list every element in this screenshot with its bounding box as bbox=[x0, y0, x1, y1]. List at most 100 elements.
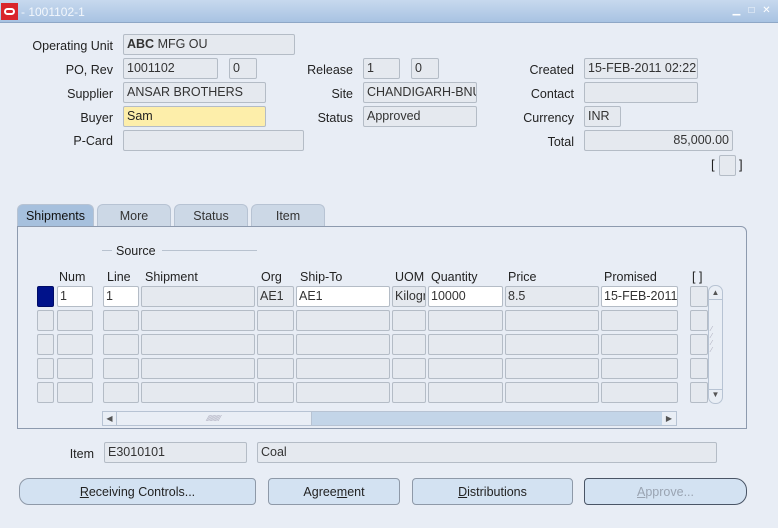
col-header-ship-to: Ship-To bbox=[300, 270, 343, 284]
cell-uom[interactable] bbox=[392, 358, 426, 379]
dff-field[interactable] bbox=[719, 155, 736, 176]
row-selector[interactable] bbox=[37, 358, 54, 379]
source-group-label: Source bbox=[116, 244, 156, 258]
cell-line[interactable] bbox=[103, 358, 139, 379]
item-description-field: Coal bbox=[257, 442, 717, 463]
po-revision-field[interactable]: 0 bbox=[229, 58, 257, 79]
cell-ship-to[interactable] bbox=[296, 310, 390, 331]
release-number-field[interactable]: 1 bbox=[363, 58, 400, 79]
cell-uom[interactable] bbox=[392, 310, 426, 331]
cell-ship-to[interactable]: AE1 bbox=[296, 286, 390, 307]
scroll-thumb-horizontal[interactable]: ⁄⁄⁄⁄⁄⁄⁄⁄⁄⁄ bbox=[117, 412, 312, 425]
cell-uom[interactable] bbox=[392, 382, 426, 403]
cell-price[interactable] bbox=[505, 334, 599, 355]
cell-dff[interactable] bbox=[690, 334, 708, 355]
cell-ship-to[interactable] bbox=[296, 358, 390, 379]
maximize-icon[interactable]: □ bbox=[746, 5, 757, 16]
created-field: 15-FEB-2011 02:22 bbox=[584, 58, 698, 79]
cell-promised[interactable] bbox=[601, 334, 678, 355]
cell-org[interactable]: AE1 bbox=[257, 286, 294, 307]
scroll-right-icon[interactable]: ▶ bbox=[662, 412, 676, 425]
cell-num[interactable] bbox=[57, 310, 93, 331]
cell-promised[interactable]: 15-FEB-2011 bbox=[601, 286, 678, 307]
cell-shipment[interactable] bbox=[141, 382, 255, 403]
scroll-down-icon[interactable]: ▼ bbox=[709, 389, 722, 401]
cell-shipment[interactable] bbox=[141, 286, 255, 307]
button-label: eceiving Controls... bbox=[88, 485, 196, 499]
cell-promised[interactable] bbox=[601, 382, 678, 403]
cell-quantity[interactable] bbox=[428, 310, 503, 331]
tab-more[interactable]: More bbox=[97, 204, 171, 227]
cell-dff[interactable] bbox=[690, 382, 708, 403]
minimize-icon[interactable]: ▁ bbox=[731, 5, 742, 16]
receiving-controls-button[interactable]: Receiving Controls... bbox=[19, 478, 256, 505]
cell-org[interactable] bbox=[257, 382, 294, 403]
agreement-button[interactable]: Agreement bbox=[268, 478, 400, 505]
pcard-label: P-Card bbox=[73, 134, 113, 148]
cell-price[interactable] bbox=[505, 382, 599, 403]
buyer-field[interactable]: Sam bbox=[123, 106, 266, 127]
scroll-thumb-vertical[interactable]: ⁄ ⁄ ⁄ ⁄ bbox=[711, 326, 720, 354]
cell-line[interactable] bbox=[103, 382, 139, 403]
cell-num[interactable] bbox=[57, 358, 93, 379]
col-header-line: Line bbox=[107, 270, 131, 284]
cell-price[interactable]: 8.5 bbox=[505, 286, 599, 307]
horizontal-scrollbar[interactable]: ◀ ⁄⁄⁄⁄⁄⁄⁄⁄⁄⁄ ▶ bbox=[102, 411, 677, 426]
row-selector-current[interactable] bbox=[37, 286, 54, 307]
operating-unit-field[interactable]: ABC MFG OU bbox=[123, 34, 295, 55]
cell-ship-to[interactable] bbox=[296, 382, 390, 403]
pcard-field[interactable] bbox=[123, 130, 304, 151]
cell-dff[interactable] bbox=[690, 286, 708, 307]
source-group-line-right bbox=[162, 250, 257, 251]
scroll-up-icon[interactable]: ▲ bbox=[709, 288, 722, 300]
cell-uom[interactable] bbox=[392, 334, 426, 355]
currency-field[interactable]: INR bbox=[584, 106, 621, 127]
supplier-field[interactable]: ANSAR BROTHERS bbox=[123, 82, 266, 103]
approve-button[interactable]: Approve... bbox=[584, 478, 747, 505]
cell-org[interactable] bbox=[257, 334, 294, 355]
cell-uom[interactable]: Kilogram bbox=[392, 286, 426, 307]
cell-promised[interactable] bbox=[601, 310, 678, 331]
cell-ship-to[interactable] bbox=[296, 334, 390, 355]
button-label: istributions bbox=[467, 485, 527, 499]
window-title: - 1001102-1 bbox=[21, 5, 85, 19]
cell-dff[interactable] bbox=[690, 310, 708, 331]
total-field: 85,000.00 bbox=[584, 130, 733, 151]
cell-quantity[interactable] bbox=[428, 334, 503, 355]
tab-status[interactable]: Status bbox=[174, 204, 248, 227]
cell-num[interactable]: 1 bbox=[57, 286, 93, 307]
release-revision-field[interactable]: 0 bbox=[411, 58, 439, 79]
cell-line[interactable]: 1 bbox=[103, 286, 139, 307]
cell-quantity[interactable] bbox=[428, 382, 503, 403]
row-selector[interactable] bbox=[37, 382, 54, 403]
close-icon[interactable]: ✕ bbox=[761, 5, 772, 16]
cell-org[interactable] bbox=[257, 358, 294, 379]
po-number-field[interactable]: 1001102 bbox=[123, 58, 218, 79]
scroll-left-icon[interactable]: ◀ bbox=[103, 412, 117, 425]
row-selector[interactable] bbox=[37, 310, 54, 331]
cell-shipment[interactable] bbox=[141, 334, 255, 355]
site-field[interactable]: CHANDIGARH-BNU bbox=[363, 82, 477, 103]
cell-promised[interactable] bbox=[601, 358, 678, 379]
buyer-label: Buyer bbox=[80, 111, 113, 125]
row-selector[interactable] bbox=[37, 334, 54, 355]
cell-num[interactable] bbox=[57, 334, 93, 355]
contact-field[interactable] bbox=[584, 82, 698, 103]
cell-price[interactable] bbox=[505, 310, 599, 331]
cell-line[interactable] bbox=[103, 310, 139, 331]
tab-item[interactable]: Item bbox=[251, 204, 325, 227]
cell-line[interactable] bbox=[103, 334, 139, 355]
cell-org[interactable] bbox=[257, 310, 294, 331]
tab-shipments[interactable]: Shipments bbox=[17, 204, 94, 227]
cell-price[interactable] bbox=[505, 358, 599, 379]
cell-dff[interactable] bbox=[690, 358, 708, 379]
cell-shipment[interactable] bbox=[141, 310, 255, 331]
cell-shipment[interactable] bbox=[141, 358, 255, 379]
distributions-button[interactable]: Distributions bbox=[412, 478, 573, 505]
release-label: Release bbox=[307, 63, 353, 77]
cell-num[interactable] bbox=[57, 382, 93, 403]
operating-unit-label: Operating Unit bbox=[32, 39, 113, 53]
vertical-scrollbar[interactable]: ▲ ⁄ ⁄ ⁄ ⁄ ▼ bbox=[708, 285, 723, 404]
cell-quantity[interactable]: 10000 bbox=[428, 286, 503, 307]
cell-quantity[interactable] bbox=[428, 358, 503, 379]
